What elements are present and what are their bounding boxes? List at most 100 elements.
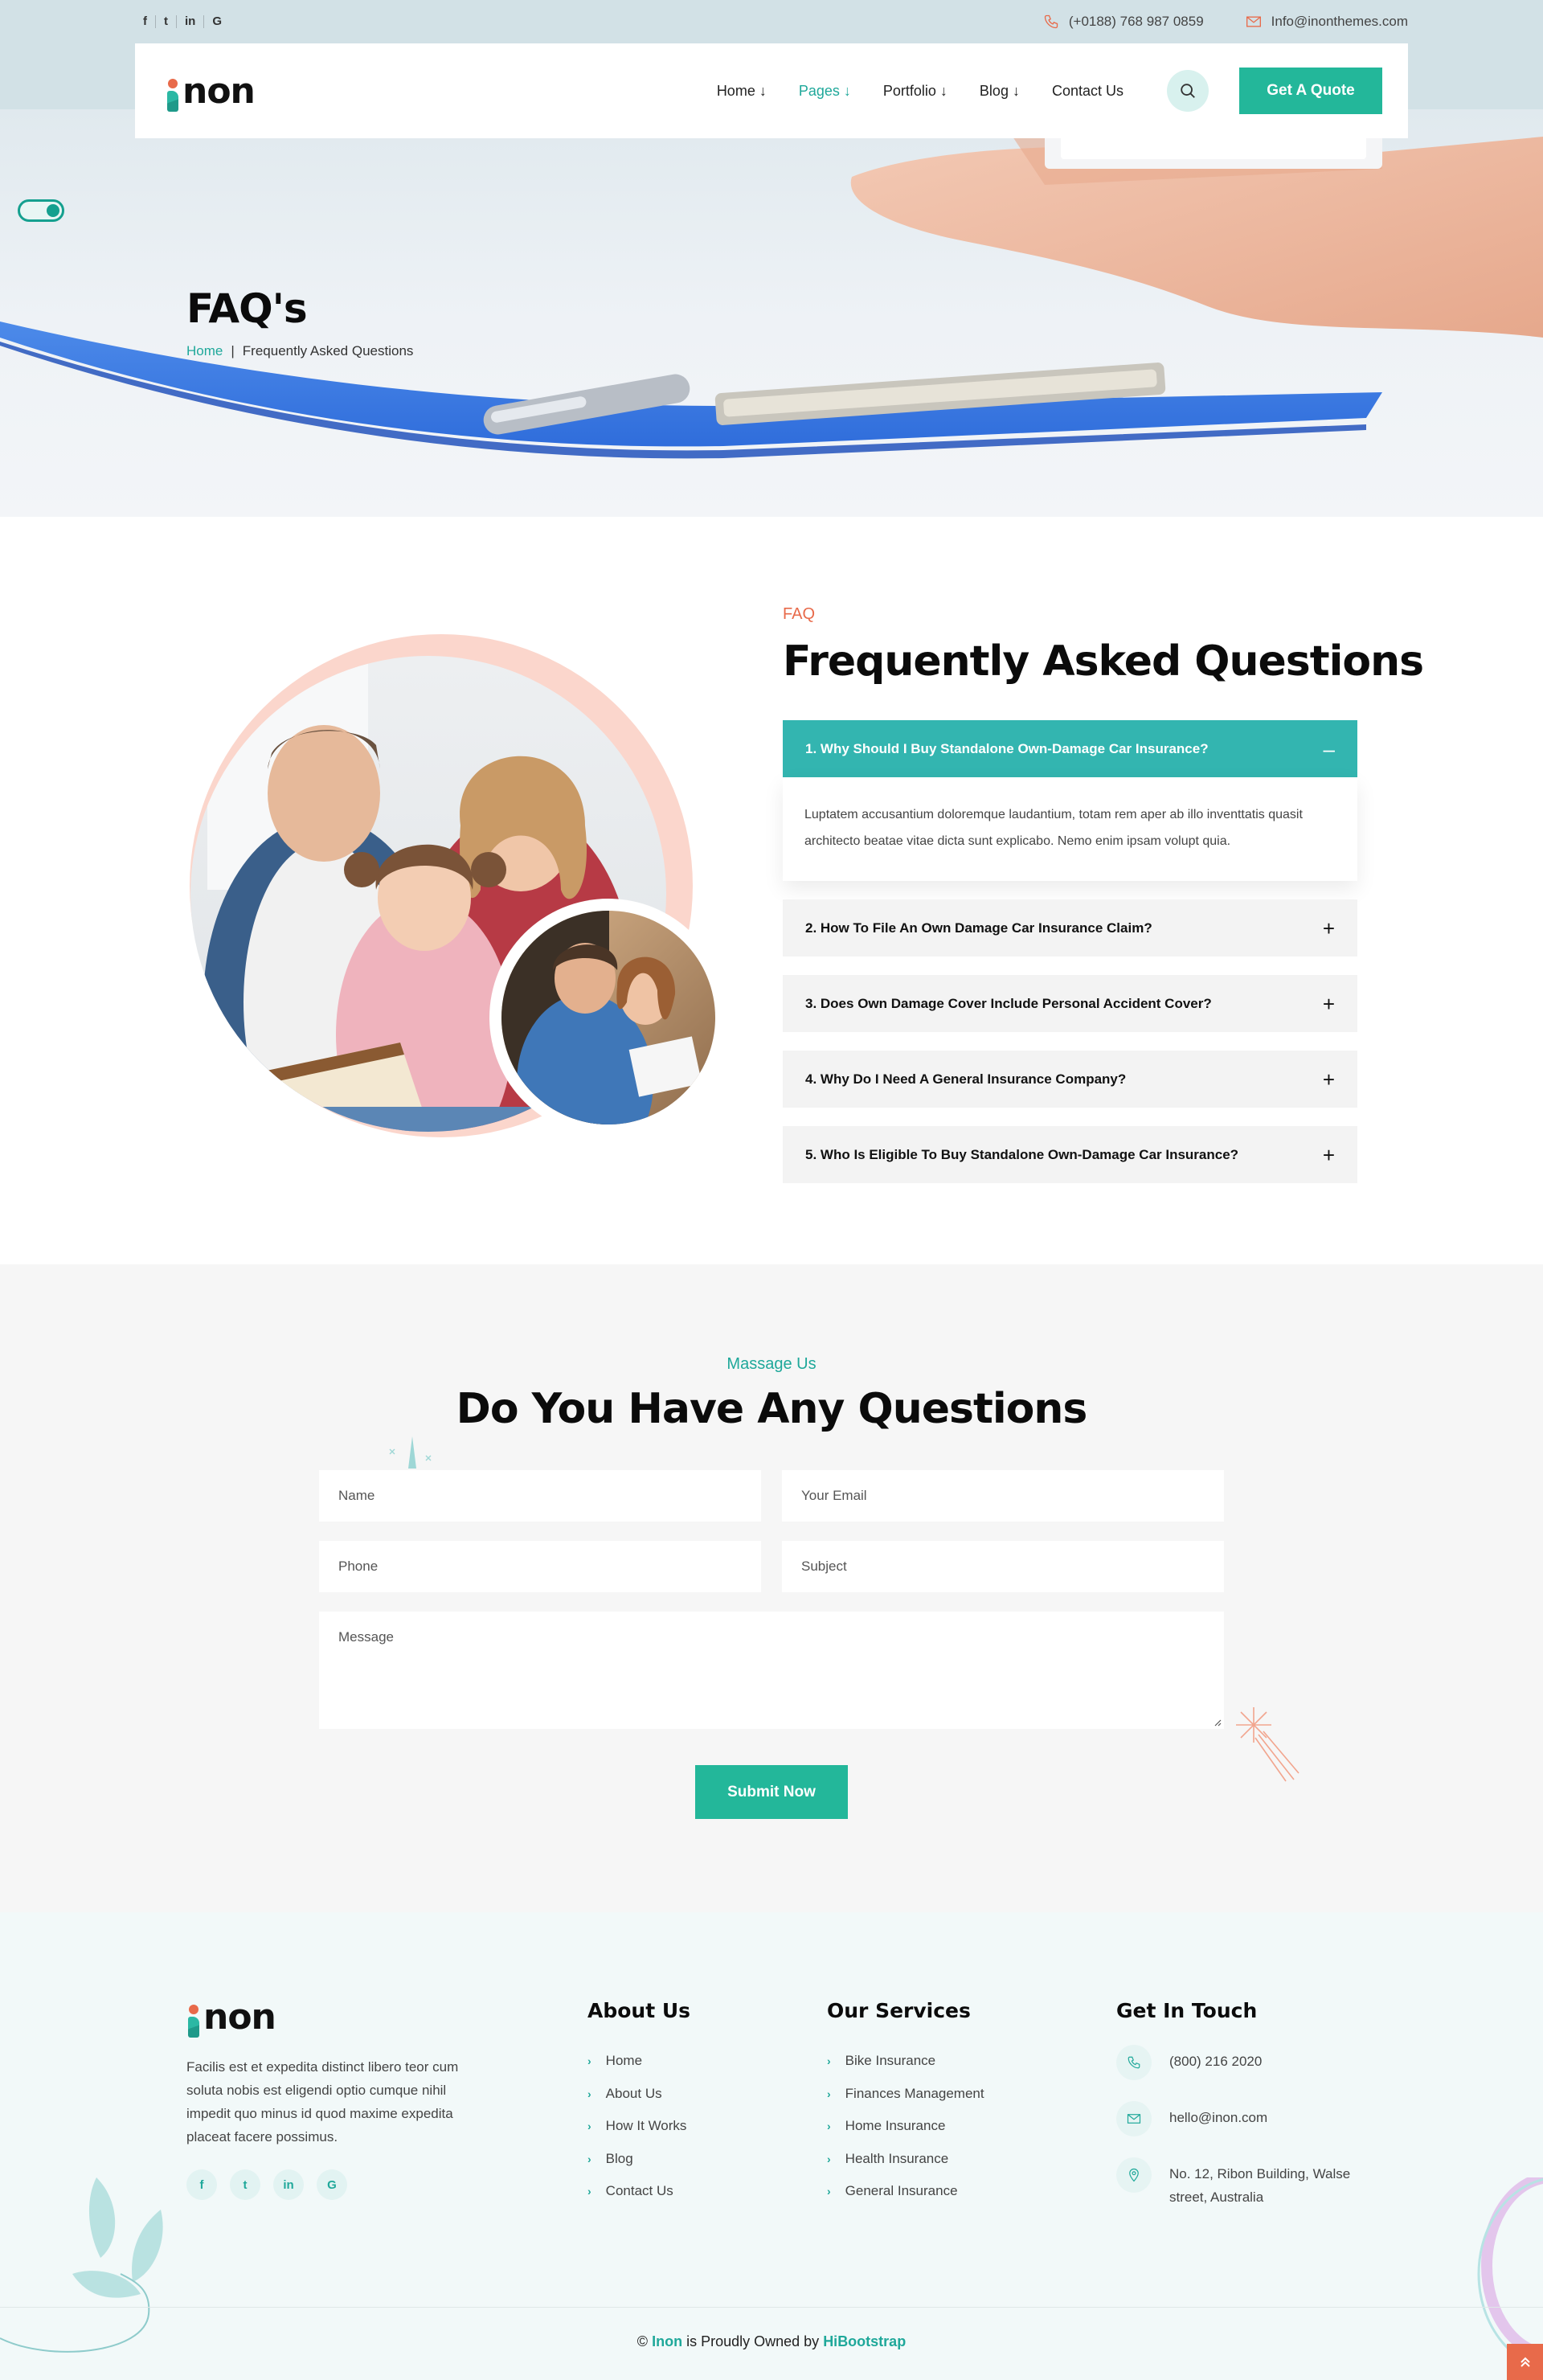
chevron-right-icon: ›	[827, 2185, 831, 2198]
site-logo[interactable]: non	[166, 70, 256, 112]
scroll-to-top-button[interactable]	[1507, 2344, 1543, 2380]
breadcrumb-home[interactable]: Home	[186, 343, 223, 359]
facebook-icon[interactable]: f	[186, 2169, 217, 2200]
footer-link-general[interactable]: › General Insurance	[827, 2175, 984, 2208]
faq-heading: Frequently Asked Questions	[783, 637, 1424, 686]
footer-link-label: Finances Management	[845, 2085, 984, 2101]
footer-address: No. 12, Ribon Building, Walse street, Au…	[1116, 2157, 1373, 2209]
footer-about-column: About Us › Home › About Us › How It Works ›…	[587, 1999, 690, 2208]
footer-description: Facilis est et expedita distinct libero …	[186, 2059, 459, 2144]
breadcrumb-separator: |	[231, 343, 235, 358]
footer-link-home-insurance[interactable]: › Home Insurance	[827, 2110, 984, 2143]
contact-eyebrow: Massage Us	[726, 1355, 817, 1373]
firework-decor-icon	[1236, 1707, 1299, 1782]
search-button[interactable]	[1167, 70, 1209, 112]
footer-phone[interactable]: (800) 216 2020	[1116, 2045, 1373, 2080]
resize-handle-icon[interactable]	[1214, 1718, 1222, 1727]
footer-link-label: General Insurance	[845, 2183, 958, 2199]
faq-question-text: 3. Does Own Damage Cover Include Persona…	[805, 995, 1212, 1011]
logo-text: non	[182, 70, 256, 112]
footer-divider	[0, 2307, 1543, 2308]
footer-link-contact[interactable]: › Contact Us	[587, 2175, 690, 2208]
topbar-email[interactable]: Info@inonthemes.com	[1246, 14, 1408, 30]
sparkle-decor-icon	[389, 1436, 432, 1469]
footer-touch-heading: Get In Touch	[1116, 1999, 1258, 2022]
footer-link-label: Home	[605, 2053, 643, 2069]
footer-link-blog[interactable]: › Blog	[587, 2143, 690, 2176]
copyright: © Inon is Proudly Owned by HiBootstrap	[0, 2333, 1543, 2350]
top-bar: f t in G (+0188) 768 987 0859 Info@inont…	[135, 0, 1408, 43]
footer-link-label: Health Insurance	[845, 2150, 949, 2166]
expand-icon: +	[1322, 991, 1335, 1016]
nav-item-blog[interactable]: Blog ↓	[980, 83, 1020, 100]
topbar-contact: (+0188) 768 987 0859 Info@inonthemes.com	[1043, 14, 1408, 30]
google-icon[interactable]: G	[204, 15, 230, 28]
chevron-right-icon: ›	[587, 2054, 591, 2068]
message-field[interactable]: Message	[319, 1612, 1224, 1729]
footer-address-text: No. 12, Ribon Building, Walse street, Au…	[1169, 2166, 1351, 2205]
nav-item-pages[interactable]: Pages ↓	[799, 83, 851, 100]
linkedin-icon[interactable]: in	[273, 2169, 304, 2200]
copyright-brand-link[interactable]: Inon	[652, 2333, 682, 2349]
breadcrumb-current: Frequently Asked Questions	[242, 343, 414, 358]
phone-icon	[1044, 14, 1058, 29]
faq-question-text: 2. How To File An Own Damage Car Insuran…	[805, 920, 1152, 936]
faq-question-2[interactable]: 2. How To File An Own Damage Car Insuran…	[783, 899, 1357, 957]
faq-question-4[interactable]: 4. Why Do I Need A General Insurance Com…	[783, 1051, 1357, 1108]
chevron-right-icon: ›	[587, 2152, 591, 2165]
nav-item-home[interactable]: Home ↓	[717, 83, 767, 100]
phone-number: (+0188) 768 987 0859	[1068, 14, 1204, 29]
footer-link-how-it-works[interactable]: › How It Works	[587, 2110, 690, 2143]
footer-email-text: hello@inon.com	[1169, 2110, 1268, 2125]
submit-button[interactable]: Submit Now	[695, 1765, 848, 1819]
expand-icon: +	[1322, 916, 1335, 940]
chevron-right-icon: ›	[827, 2152, 831, 2165]
expand-icon: +	[1322, 1142, 1335, 1167]
breadcrumb: Home | Frequently Asked Questions	[186, 343, 413, 359]
footer-email[interactable]: hello@inon.com	[1116, 2101, 1373, 2136]
twitter-icon[interactable]: t	[156, 15, 177, 28]
footer-link-health[interactable]: › Health Insurance	[827, 2143, 984, 2176]
footer-link-home[interactable]: › Home	[587, 2045, 690, 2078]
footer-services-column: Our Services › Bike Insurance › Finances M…	[827, 1999, 984, 2208]
leaf-decor-icon	[0, 2177, 163, 2353]
topbar-social: f t in G	[135, 15, 230, 28]
location-pin-icon	[1116, 2157, 1152, 2193]
email-address: Info@inonthemes.com	[1271, 14, 1408, 29]
footer-link-finances[interactable]: › Finances Management	[827, 2078, 984, 2111]
chevron-right-icon: ›	[587, 2120, 591, 2133]
nav-item-portfolio[interactable]: Portfolio ↓	[883, 83, 947, 100]
faq-question-1[interactable]: 1. Why Should I Buy Standalone Own-Damag…	[783, 720, 1357, 777]
nav-menu: Home ↓ Pages ↓ Portfolio ↓ Blog ↓ Contac…	[717, 83, 1123, 100]
faq-question-3[interactable]: 3. Does Own Damage Cover Include Persona…	[783, 975, 1357, 1032]
faq-question-text: 5. Who Is Eligible To Buy Standalone Own…	[805, 1146, 1239, 1162]
footer-link-about[interactable]: › About Us	[587, 2078, 690, 2111]
facebook-icon[interactable]: f	[135, 15, 156, 28]
twitter-icon[interactable]: t	[230, 2169, 260, 2200]
footer-link-label: How It Works	[605, 2118, 687, 2134]
footer-link-label: Contact Us	[605, 2183, 673, 2199]
faq-eyebrow: FAQ	[783, 605, 816, 623]
topbar-phone[interactable]: (+0188) 768 987 0859	[1043, 14, 1204, 30]
nav-item-contact[interactable]: Contact Us	[1052, 83, 1123, 100]
get-quote-button[interactable]: Get A Quote	[1239, 68, 1382, 114]
email-field[interactable]: Your Email	[782, 1470, 1224, 1522]
copyright-owner-link[interactable]: HiBootstrap	[823, 2333, 906, 2349]
chevron-right-icon: ›	[587, 2185, 591, 2198]
google-icon[interactable]: G	[317, 2169, 347, 2200]
subject-field[interactable]: Subject	[782, 1541, 1224, 1592]
faq-question-5[interactable]: 5. Who Is Eligible To Buy Standalone Own…	[783, 1126, 1357, 1183]
footer-link-label: Bike Insurance	[845, 2053, 936, 2069]
mail-icon	[1246, 16, 1261, 27]
contact-form-section: Massage Us Do You Have Any Questions Nam…	[0, 1264, 1543, 1912]
phone-field[interactable]: Phone	[319, 1541, 761, 1592]
footer-phone-text: (800) 216 2020	[1169, 2054, 1263, 2069]
chevron-right-icon: ›	[827, 2087, 831, 2100]
footer-link-bike[interactable]: › Bike Insurance	[827, 2045, 984, 2078]
linkedin-icon[interactable]: in	[177, 15, 205, 28]
footer-social: f t in G	[186, 2169, 347, 2200]
name-field[interactable]: Name	[319, 1470, 761, 1522]
footer-logo[interactable]: non	[186, 1997, 276, 2038]
site-footer: non Facilis est et expedita distinct lib…	[0, 1912, 1543, 2380]
theme-toggle[interactable]	[18, 199, 64, 222]
